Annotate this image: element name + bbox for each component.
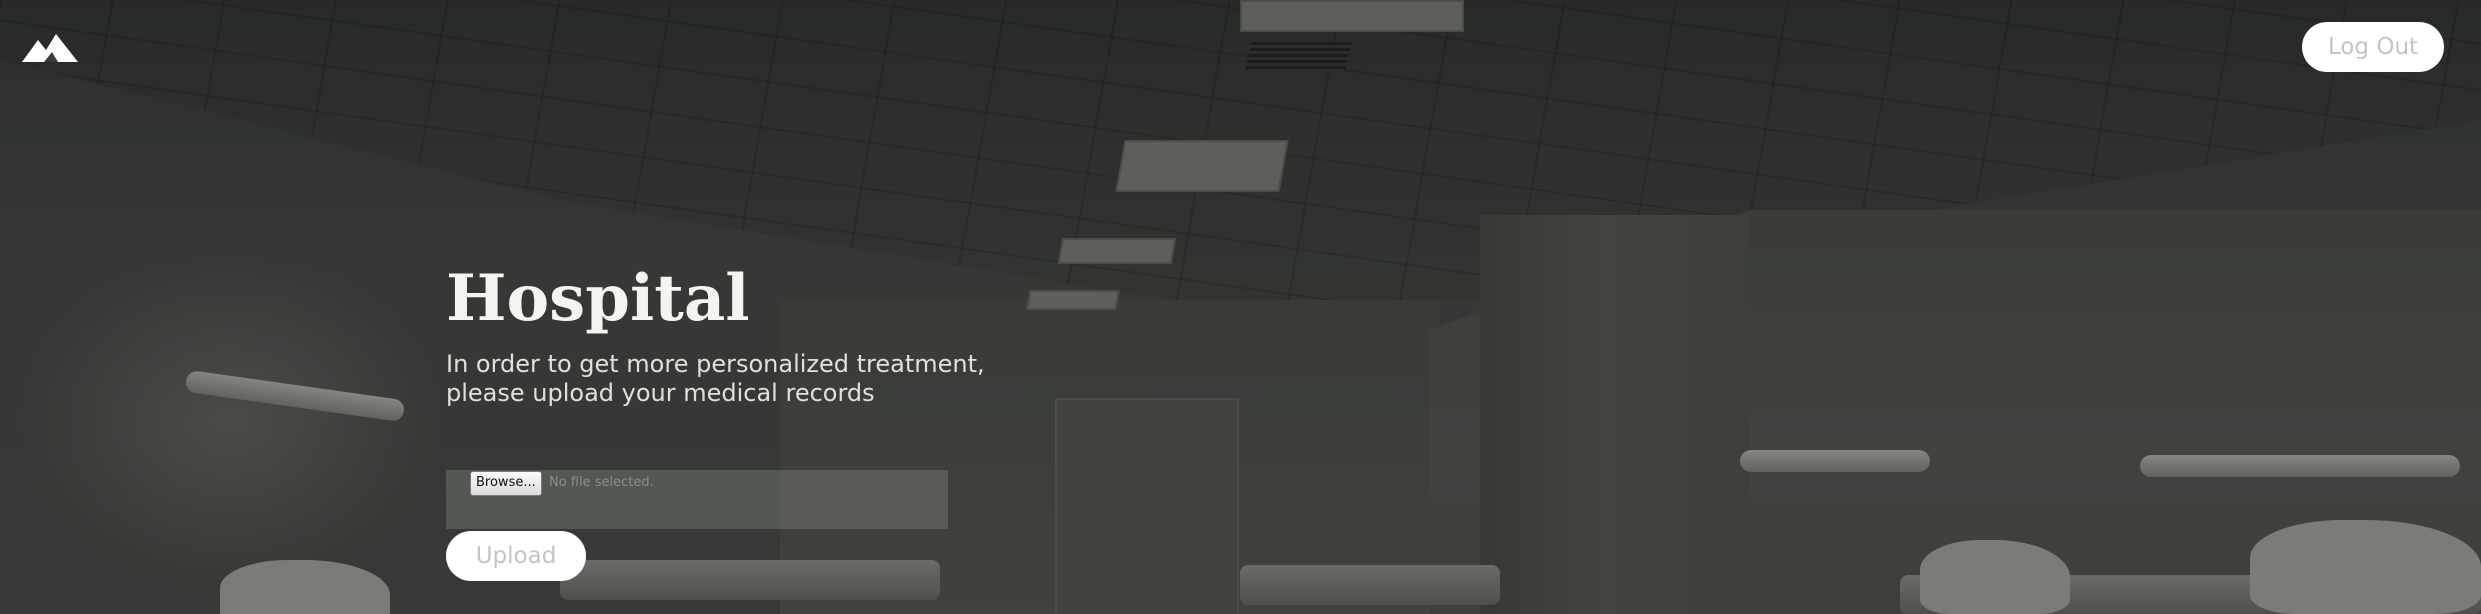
file-input[interactable]: Browse... No file selected. [446,470,948,529]
dark-overlay [0,0,2481,614]
file-status-text: No file selected. [549,475,654,490]
logout-button[interactable]: Log Out [2302,22,2444,72]
mountain-icon[interactable] [22,32,78,62]
background-image [0,0,2481,614]
hero-section: Hospital In order to get more personaliz… [446,260,1066,408]
page-title: Hospital [446,261,750,336]
page-subtitle: In order to get more personalized treatm… [446,350,985,407]
browse-button[interactable]: Browse... [470,471,542,496]
upload-button[interactable]: Upload [446,531,586,581]
